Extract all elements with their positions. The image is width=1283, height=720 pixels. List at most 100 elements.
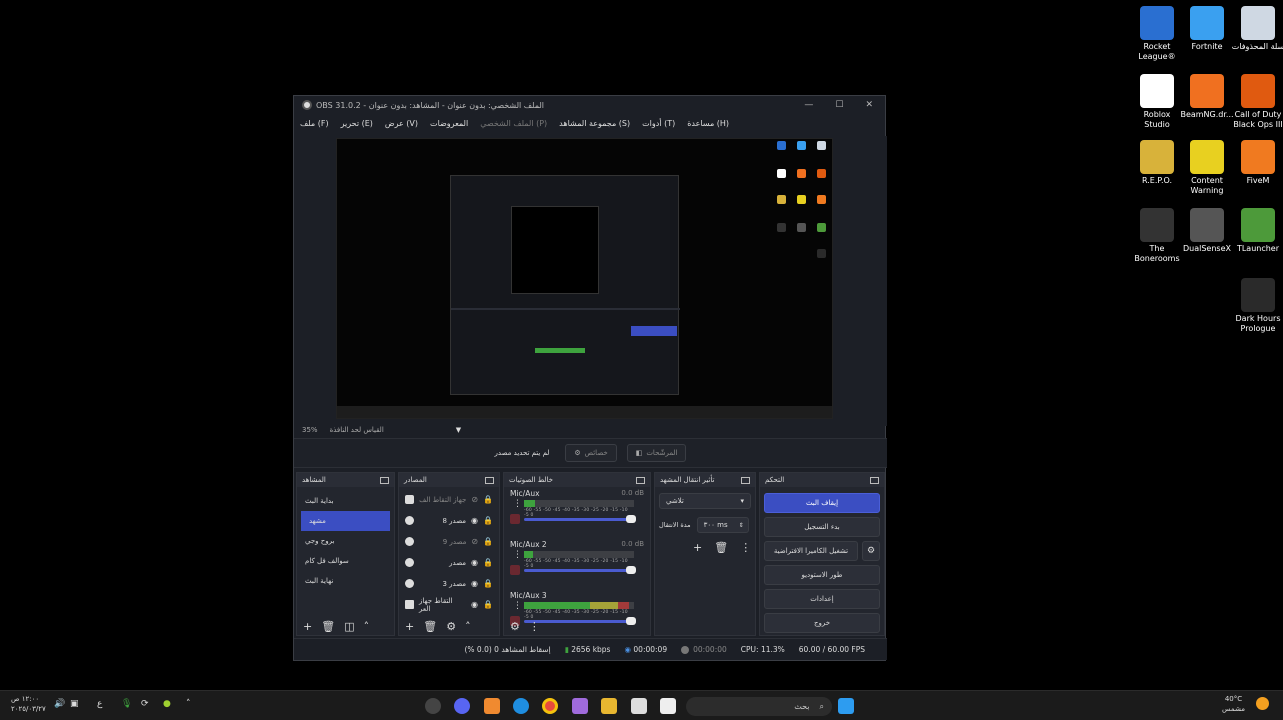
lock-icon[interactable]: 🔒 [483, 495, 493, 504]
desktop-shortcut[interactable]: Dark Hours Prologue [1231, 278, 1283, 334]
desktop-shortcut[interactable]: The Bonerooms [1130, 208, 1184, 264]
lock-icon[interactable]: 🔒 [483, 537, 493, 546]
desktop-shortcut[interactable]: DualSenseX [1180, 208, 1234, 254]
zoom-mode-label[interactable]: القياس لحد النافذة [330, 426, 384, 434]
move-up-icon[interactable]: ˄ [364, 620, 370, 633]
start-virtual-camera-button[interactable]: تشغيل الكاميرا الافتراضية [764, 541, 858, 561]
scene-item[interactable]: بروح وجي [297, 531, 394, 551]
obs-taskbar-icon[interactable] [425, 698, 441, 714]
menu-docks[interactable]: المعروضات [430, 119, 468, 128]
zoom-dropdown-icon[interactable]: ▼ [456, 426, 461, 434]
undock-icon[interactable] [485, 476, 494, 484]
add-transition-icon[interactable]: + [693, 541, 702, 554]
lock-icon[interactable]: 🔒 [483, 558, 493, 567]
volume-slider[interactable] [524, 515, 636, 523]
settings-button[interactable]: إعدادات [764, 589, 880, 609]
eye-hidden-icon[interactable]: ⊘ [471, 495, 478, 504]
eye-hidden-icon[interactable]: ⊘ [471, 537, 478, 546]
remove-source-icon[interactable]: 🗑 [423, 620, 437, 633]
add-scene-icon[interactable]: + [303, 620, 312, 633]
desktop-shortcut[interactable]: سلة المحذوفات [1231, 6, 1283, 52]
copilot-icon[interactable] [572, 698, 588, 714]
transition-select[interactable]: تلاشي ▾ [659, 493, 751, 509]
sync-icon[interactable]: ⟳ [141, 699, 149, 709]
scene-item[interactable]: نهاية البث [297, 571, 394, 591]
clock[interactable]: ١٢:٠٠ ص ٢٠٢٥/٠٣/٢٧ [11, 694, 46, 714]
taskbar-search[interactable]: بحث ⌕ [686, 697, 832, 716]
menu-tools[interactable]: أدوات (T) [642, 119, 675, 128]
virtual-camera-settings-icon[interactable]: ⚙ [862, 541, 880, 561]
scene-item[interactable]: سوالف فل كام [297, 551, 394, 571]
close-icon[interactable]: ✕ [865, 100, 873, 110]
menu-file[interactable]: ملف (F) [300, 119, 329, 128]
desktop-shortcut[interactable]: Roblox Studio [1130, 74, 1184, 130]
volume-slider[interactable] [524, 566, 636, 574]
menu-help[interactable]: مساعدة (H) [687, 119, 729, 128]
source-item[interactable]: جهاز التقاط الف ⊘ 🔒 [399, 489, 499, 510]
lock-icon[interactable]: 🔒 [483, 579, 493, 588]
source-item[interactable]: مصدر ◉ 🔒 [399, 552, 499, 573]
undock-icon[interactable] [636, 476, 645, 484]
obs-titlebar[interactable]: OBS 31.0.2 - الملف الشخصي: بدون عنوان - … [294, 96, 885, 114]
desktop-shortcut[interactable]: Fortnite [1180, 6, 1234, 52]
weather-widget[interactable]: 40°C مشمس [1222, 694, 1245, 714]
undock-icon[interactable] [870, 476, 879, 484]
store-icon[interactable] [631, 698, 647, 714]
network-icon[interactable]: ▣ [70, 699, 79, 709]
source-item[interactable]: التقاط جهاز العر ◉ 🔒 [399, 594, 499, 615]
eye-icon[interactable]: ◉ [471, 579, 478, 588]
menu-scene-collection[interactable]: مجموعة المشاهد (S) [559, 119, 630, 128]
desktop-shortcut[interactable]: BeamNG.dr... [1180, 74, 1234, 120]
add-source-icon[interactable]: + [405, 620, 414, 633]
desktop-shortcut[interactable]: R.E.P.O. [1130, 140, 1184, 186]
desktop-shortcut[interactable]: Call of Duty Black Ops III [1231, 74, 1283, 130]
undock-icon[interactable] [380, 476, 389, 484]
remove-scene-icon[interactable]: 🗑 [321, 620, 335, 633]
channel-menu-icon[interactable]: ⋮ [513, 499, 522, 509]
minimize-icon[interactable]: — [804, 100, 813, 110]
scene-filters-icon[interactable]: ◫ [344, 620, 354, 633]
remove-transition-icon[interactable]: 🗑 [714, 541, 728, 554]
scene-item-active[interactable]: مشهد [301, 511, 390, 531]
mixer-menu-icon[interactable]: ⋮ [529, 620, 540, 633]
spinner-icon[interactable]: ⇕ [739, 522, 744, 529]
source-item[interactable]: مصدر 8 ◉ 🔒 [399, 510, 499, 531]
undock-icon[interactable] [741, 476, 750, 484]
task-view-icon[interactable] [660, 698, 676, 714]
eye-icon[interactable]: ◉ [471, 558, 478, 567]
maximize-icon[interactable]: ☐ [835, 100, 843, 110]
desktop-shortcut[interactable]: Rocket League® [1130, 6, 1184, 62]
chevron-up-icon[interactable]: ˄ [186, 699, 191, 709]
menu-edit[interactable]: تحرير (E) [341, 119, 373, 128]
channel-menu-icon[interactable]: ⋮ [513, 601, 522, 611]
scene-item[interactable]: بداية البث [297, 491, 394, 511]
fivem-taskbar-icon[interactable] [484, 698, 500, 714]
eye-icon[interactable]: ◉ [471, 600, 478, 609]
start-recording-button[interactable]: بدء التسجيل [764, 517, 880, 537]
slider-knob[interactable] [626, 515, 636, 523]
source-item[interactable]: مصدر 3 ◉ 🔒 [399, 573, 499, 594]
eye-icon[interactable]: ◉ [471, 516, 478, 525]
mute-icon[interactable] [510, 514, 520, 524]
channel-menu-icon[interactable]: ⋮ [513, 550, 522, 560]
menu-profile[interactable]: الملف الشخصي (P) [480, 119, 547, 128]
desktop-shortcut[interactable]: FiveM [1231, 140, 1283, 186]
move-up-icon[interactable]: ˄ [465, 620, 471, 633]
studio-mode-button[interactable]: طور الاستوديو [764, 565, 880, 585]
desktop-shortcut[interactable]: Content Warning [1180, 140, 1234, 196]
program-preview[interactable] [336, 138, 833, 419]
properties-button[interactable]: ⚙ خصائص [565, 444, 617, 462]
slider-knob[interactable] [626, 566, 636, 574]
exit-button[interactable]: خروج [764, 613, 880, 633]
start-icon[interactable] [838, 698, 854, 714]
duration-input[interactable]: ٣٠٠ ms ⇕ [696, 517, 749, 533]
app-tray-icon[interactable]: ● [163, 699, 171, 709]
transition-menu-icon[interactable]: ⋮ [740, 541, 751, 554]
stop-streaming-button[interactable]: إيقاف البث [764, 493, 880, 513]
source-item[interactable]: مصدر 9 ⊘ 🔒 [399, 531, 499, 552]
chrome-icon[interactable] [542, 698, 558, 714]
mute-icon[interactable] [510, 565, 520, 575]
file-explorer-icon[interactable] [601, 698, 617, 714]
volume-icon[interactable]: 🔊 [54, 699, 65, 709]
edge-icon[interactable] [513, 698, 529, 714]
